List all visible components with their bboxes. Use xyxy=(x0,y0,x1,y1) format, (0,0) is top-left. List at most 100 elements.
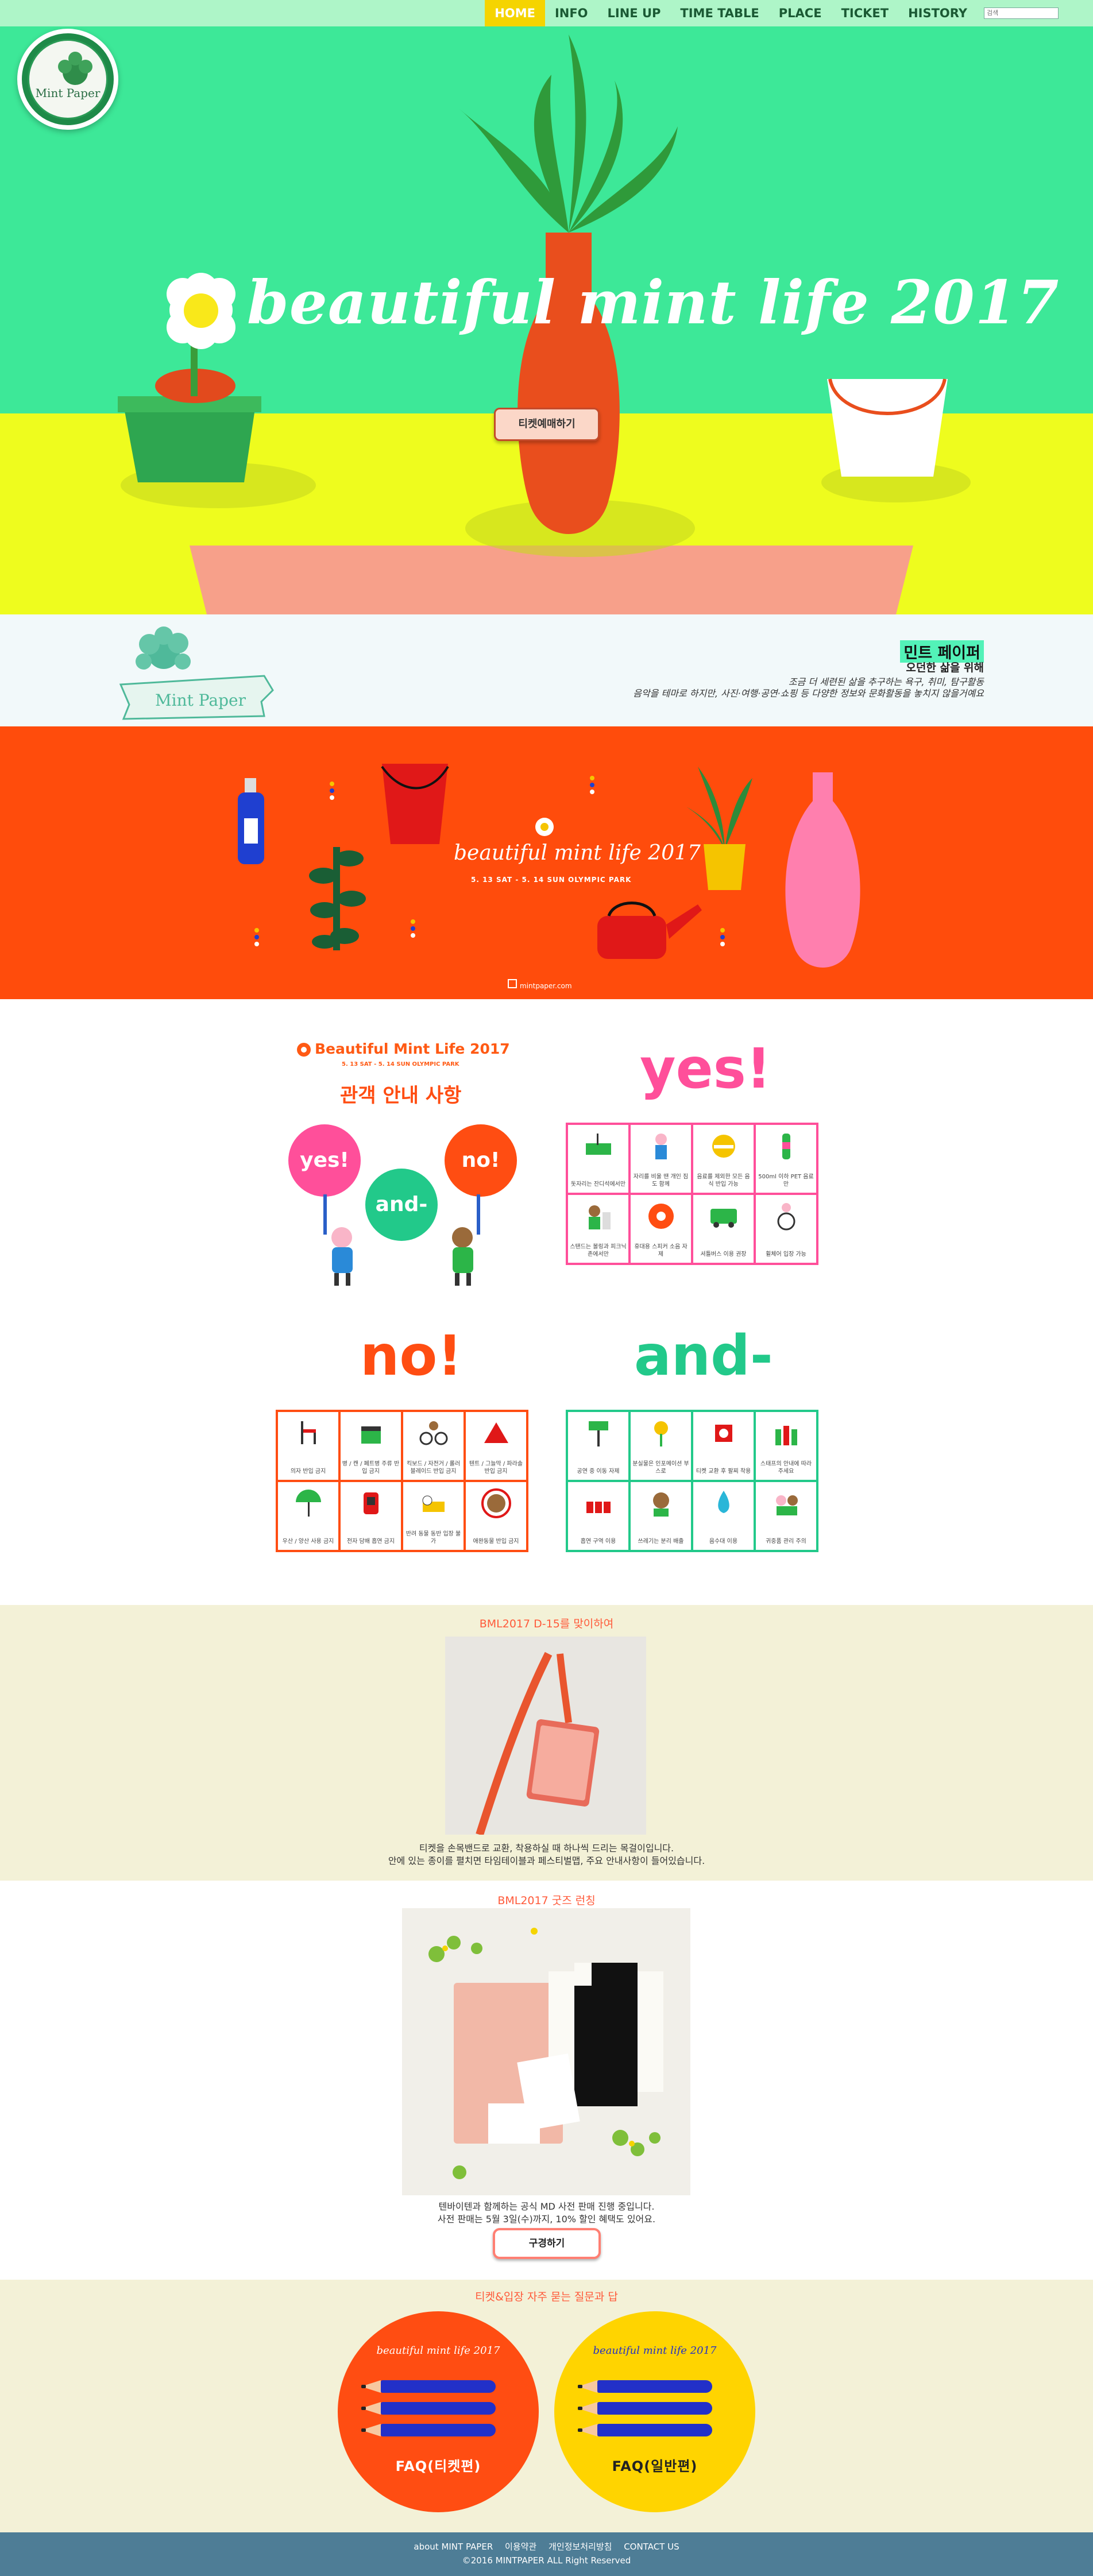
no-item: 텐트 / 그늘막 / 파라솔 반입 금지 xyxy=(466,1412,526,1480)
mint-paper-logo[interactable]: Mint Paper xyxy=(17,29,118,130)
nav-history[interactable]: HISTORY xyxy=(898,0,977,26)
goods-photo xyxy=(402,1908,690,2195)
faq-card-brand: beautiful mint life 2017 xyxy=(593,2345,717,2357)
and-item: 귀중품 관리 주의 xyxy=(756,1482,816,1550)
event-date: 5. 13 SAT - 5. 14 SUN OLYMPIC PARK xyxy=(342,1061,459,1067)
yes-title: yes! xyxy=(640,1036,771,1101)
footer-link-contact[interactable]: CONTACT US xyxy=(624,2542,679,2552)
nav-ticket[interactable]: TICKET xyxy=(832,0,899,26)
search-input[interactable] xyxy=(984,7,1059,19)
gift-line-1: 티켓을 손목밴드로 교환, 착용하실 때 하나씩 드리는 목걸이입니다. xyxy=(419,1843,674,1854)
pencil-icon xyxy=(578,2402,712,2415)
nav-lineup[interactable]: LINE UP xyxy=(598,0,671,26)
footer-link-privacy[interactable]: 개인정보처리방침 xyxy=(549,2542,612,2552)
ticket-icon xyxy=(714,1425,732,1442)
bottle-icon xyxy=(782,1134,790,1159)
bubble-no: no! xyxy=(445,1124,517,1197)
pencil-icon xyxy=(361,2380,496,2393)
sign-icon xyxy=(588,1421,608,1446)
no-grid: 의자 반입 금지 병 / 캔 / 페트병 주류 반입 금지 킥보드 / 자전거 … xyxy=(276,1410,528,1552)
hero-title: beautiful mint life 2017 xyxy=(247,267,1060,338)
bus-icon xyxy=(710,1209,737,1228)
yes-item: 셔틀버스 이용 권장 xyxy=(693,1195,754,1263)
banner-title: beautiful mint life 2017 xyxy=(454,841,701,865)
footer: about MINT PAPER 이용약관 개인정보처리방침 CONTACT U… xyxy=(0,2532,1093,2576)
no-item: 애완동물 반입 금지 xyxy=(466,1482,526,1550)
daisy-flower xyxy=(167,273,235,349)
chair-icon xyxy=(300,1421,316,1444)
goods-line-1: 텐바이텐과 함께하는 공식 MD 사전 판매 진행 중입니다. xyxy=(438,2201,655,2212)
speaker-icon xyxy=(648,1204,674,1229)
banner-url[interactable]: mintpaper.com xyxy=(520,982,572,990)
view-goods-button[interactable]: 구경하기 xyxy=(493,2228,601,2259)
and-item: 분실물은 인포메이션 부스로 xyxy=(631,1412,691,1480)
no-title: no! xyxy=(360,1324,463,1388)
banner-date: 5. 13 SAT - 5. 14 SUN OLYMPIC PARK xyxy=(471,876,632,884)
and-item: 티켓 교환 후 팔찌 착용 xyxy=(693,1412,754,1480)
red-bucket xyxy=(382,764,448,844)
and-item: 공연 중 이동 자제 xyxy=(568,1412,628,1480)
yes-item: 스탠드는 볼링과 피크닉존에서만 xyxy=(568,1195,628,1263)
yes-item: 휠체어 입장 가능 xyxy=(756,1195,816,1263)
gift-section: BML2017 D-15를 맞이하여 티켓을 손목밴드로 교환, 착용하실 때 … xyxy=(0,1605,1093,1881)
daisy-icon xyxy=(297,1043,311,1057)
tent-icon xyxy=(484,1422,508,1443)
and-item: 스태프의 안내에 따라 주세요 xyxy=(756,1412,816,1480)
pencil-icon xyxy=(578,2424,712,2436)
guide-heading: 관객 안내 사항 xyxy=(340,1084,462,1107)
nav-menu: HOME INFO LINE UP TIME TABLE PLACE TICKE… xyxy=(485,0,1059,26)
sunflower-icon xyxy=(654,1421,668,1446)
yellow-pot xyxy=(704,844,746,890)
nav-home[interactable]: HOME xyxy=(485,0,545,26)
smoking-icon xyxy=(586,1502,611,1513)
water-icon xyxy=(717,1491,729,1513)
pencil-icon xyxy=(361,2402,496,2415)
about-subheading: 오던한 삶을 위해 xyxy=(906,662,984,674)
copyright: ©2016 MINTPAPER ALL Right Reserved xyxy=(462,2555,631,2566)
yes-item: 500ml 이하 PET 음료만 xyxy=(756,1125,816,1193)
yes-item: 돗자리는 잔디석에서만 xyxy=(568,1125,628,1193)
yes-item: 자리를 비울 땐 개인 짐도 함께 xyxy=(631,1125,691,1193)
event-title: Beautiful Mint Life 2017 xyxy=(315,1041,510,1057)
faq-title: 티켓&입장 자주 묻는 질문과 답 xyxy=(475,2291,618,2303)
footer-link-about[interactable]: about MINT PAPER xyxy=(414,2542,493,2552)
stand-icon xyxy=(588,1205,611,1229)
nav-info[interactable]: INFO xyxy=(545,0,598,26)
faq-ticket-card[interactable]: beautiful mint life 2017 FAQ(티켓편) xyxy=(338,2311,539,2512)
no-item: 킥보드 / 자전거 / 롤러블레이드 반입 금지 xyxy=(403,1412,464,1480)
yes-item: 음료를 제외한 모든 음식 반입 가능 xyxy=(693,1125,754,1193)
logo-text: Mint Paper xyxy=(35,86,101,100)
footer-link-terms[interactable]: 이용약관 xyxy=(505,2542,536,2552)
pencil-icon xyxy=(361,2424,496,2436)
audience-guide-section: Beautiful Mint Life 2017 5. 13 SAT - 5. … xyxy=(0,999,1093,1605)
no-item: 전자 담배 흡연 금지 xyxy=(341,1482,401,1550)
ribbon-text: Mint Paper xyxy=(155,691,246,710)
lanyard-photo xyxy=(445,1637,646,1835)
faq-general-card[interactable]: beautiful mint life 2017 FAQ(일반편) xyxy=(554,2311,755,2512)
yes-item: 휴대용 스피커 소음 자제 xyxy=(631,1195,691,1263)
no-item: 의자 반입 금지 xyxy=(278,1412,338,1480)
white-bucket xyxy=(827,379,948,477)
nav-place[interactable]: PLACE xyxy=(769,0,832,26)
goods-title: BML2017 굿즈 런칭 xyxy=(497,1894,596,1907)
goods-line-2: 사전 판매는 5월 3일(수)까지, 10% 할인 혜택도 있어요. xyxy=(437,2214,656,2225)
footer-links: about MINT PAPER 이용약관 개인정보처리방침 CONTACT U… xyxy=(0,2540,1093,2552)
guide-characters xyxy=(323,1194,480,1286)
yes-grid: 돗자리는 잔디석에서만 자리를 비울 땐 개인 짐도 함께 음료를 제외한 모든… xyxy=(566,1123,818,1265)
no-item: 반려 동물 동반 입장 불가 xyxy=(403,1482,464,1550)
about-section: Mint Paper 민트 페이퍼 오던한 삶을 위해 조금 더 세련된 삶을 … xyxy=(0,614,1093,726)
and-item: 쓰레기는 분리 배출 xyxy=(631,1482,691,1550)
and-item: 음수대 이용 xyxy=(693,1482,754,1550)
no-item: 병 / 캔 / 페트병 주류 반입 금지 xyxy=(341,1412,401,1480)
bicycle-icon xyxy=(419,1421,447,1445)
hero-section: Mint Paper beautiful mint life 2017 티켓예매… xyxy=(0,0,1093,614)
festival-banner: beautiful mint life 2017 5. 13 SAT - 5. … xyxy=(0,726,1093,999)
ticket-booking-button[interactable]: 티켓예매하기 xyxy=(494,408,600,441)
faq-card-brand: beautiful mint life 2017 xyxy=(376,2345,500,2357)
pencil-icon xyxy=(578,2380,712,2393)
nav-timetable[interactable]: TIME TABLE xyxy=(670,0,768,26)
faq-ticket-label: FAQ(티켓편) xyxy=(395,2458,481,2474)
mat-icon xyxy=(585,1134,611,1155)
pet-icon xyxy=(422,1495,445,1512)
goods-section: BML2017 굿즈 런칭 텐바이텐과 함께하는 공식 MD 사전 판매 진행 … xyxy=(0,1881,1093,2280)
